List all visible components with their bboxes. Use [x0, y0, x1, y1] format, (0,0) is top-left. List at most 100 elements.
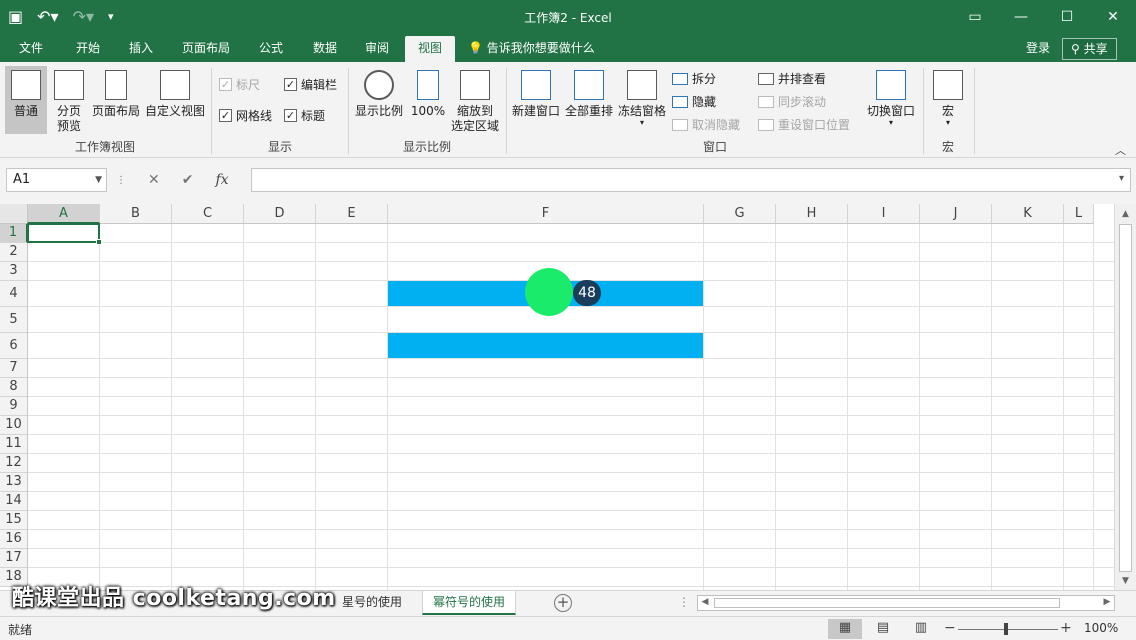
- grid-line: [28, 472, 1114, 473]
- cancel-icon[interactable]: ✕: [148, 172, 160, 188]
- normal-view-button[interactable]: 普通: [5, 66, 47, 134]
- row-header-16[interactable]: 16: [0, 530, 28, 549]
- row-header-12[interactable]: 12: [0, 454, 28, 473]
- maximize-icon[interactable]: ☐: [1044, 0, 1090, 34]
- sheet-tab-caret[interactable]: 幂符号的使用: [422, 591, 517, 615]
- reset-window-position-button[interactable]: 重设窗口位置: [758, 116, 850, 133]
- row-header-7[interactable]: 7: [0, 359, 28, 378]
- page-layout-view-button[interactable]: 页面布局: [90, 66, 142, 134]
- scroll-right-icon[interactable]: ▶: [1101, 597, 1113, 607]
- column-header-a[interactable]: A: [28, 204, 100, 224]
- zoom-in-icon[interactable]: +: [1060, 620, 1072, 636]
- enter-icon[interactable]: ✔: [182, 172, 194, 188]
- gridlines-checkbox[interactable]: ✓ 网格线: [219, 107, 272, 124]
- horizontal-scrollbar[interactable]: ◀ ▶: [697, 595, 1115, 611]
- tab-review[interactable]: 审阅: [352, 36, 402, 62]
- headings-checkbox[interactable]: ✓ 标题: [284, 107, 325, 124]
- login-link[interactable]: 登录: [1026, 36, 1050, 60]
- freeze-panes-button[interactable]: 冻结窗格 ▾: [616, 66, 668, 134]
- row-header-4[interactable]: 4: [0, 281, 28, 307]
- page-break-preview-button[interactable]: 分页 预览: [50, 66, 88, 134]
- tab-view[interactable]: 视图: [405, 36, 455, 62]
- arrange-all-button[interactable]: 全部重排: [563, 66, 615, 134]
- collapse-ribbon-icon[interactable]: ︿: [1115, 142, 1126, 158]
- column-header-i[interactable]: I: [848, 204, 920, 224]
- column-header-h[interactable]: H: [776, 204, 848, 224]
- tab-page-layout[interactable]: 页面布局: [172, 36, 240, 62]
- zoom-slider[interactable]: [958, 629, 1058, 630]
- active-cell[interactable]: [27, 223, 102, 245]
- name-box[interactable]: A1 ▼: [6, 168, 107, 192]
- unhide-button[interactable]: 取消隐藏: [672, 116, 740, 133]
- normal-view-status-icon[interactable]: ▦: [828, 619, 862, 639]
- page-layout-status-icon[interactable]: ▤: [866, 619, 900, 639]
- tab-formulas[interactable]: 公式: [246, 36, 296, 62]
- zoom-slider-thumb[interactable]: [1004, 623, 1008, 635]
- row-header-10[interactable]: 10: [0, 416, 28, 435]
- column-header-k[interactable]: K: [992, 204, 1064, 224]
- ruler-checkbox[interactable]: ✓ 标尺: [219, 76, 260, 93]
- zoom-button[interactable]: 显示比例: [352, 66, 406, 134]
- add-sheet-icon[interactable]: +: [554, 594, 572, 612]
- tab-data[interactable]: 数据: [300, 36, 350, 62]
- filled-cell-f6[interactable]: [388, 333, 703, 358]
- row-header-13[interactable]: 13: [0, 473, 28, 492]
- row-header-6[interactable]: 6: [0, 333, 28, 359]
- worksheet-grid[interactable]: A B C D E F G H I J K L 1 2 3 4 5 6 7 8 9 10 11 12 13 14 15 16 17 18: [0, 204, 1136, 590]
- ribbon-display-icon[interactable]: ▭: [952, 0, 998, 34]
- tab-file[interactable]: 文件: [8, 36, 54, 62]
- tab-home[interactable]: 开始: [62, 36, 114, 62]
- fill-handle[interactable]: [96, 239, 102, 245]
- page-break-status-icon[interactable]: ▥: [904, 619, 938, 639]
- column-header-f[interactable]: F: [388, 204, 704, 224]
- zoom-100-button[interactable]: 100%: [408, 66, 448, 134]
- switch-windows-button[interactable]: 切换窗口 ▾: [864, 66, 918, 134]
- column-header-d[interactable]: D: [244, 204, 316, 224]
- row-header-9[interactable]: 9: [0, 397, 28, 416]
- macros-button[interactable]: 宏 ▾: [928, 66, 968, 134]
- splitter-handle[interactable]: ⋮: [678, 595, 690, 609]
- row-header-1[interactable]: 1: [0, 224, 28, 243]
- sheet-tab-asterisk[interactable]: 星号的使用: [332, 591, 412, 615]
- insert-function-icon[interactable]: fx: [215, 172, 228, 188]
- row-header-5[interactable]: 5: [0, 307, 28, 333]
- column-header-c[interactable]: C: [172, 204, 244, 224]
- view-side-by-side-button[interactable]: 并排查看: [758, 70, 826, 87]
- row-header-3[interactable]: 3: [0, 262, 28, 281]
- column-header-j[interactable]: J: [920, 204, 992, 224]
- row-header-17[interactable]: 17: [0, 549, 28, 568]
- close-icon[interactable]: ✕: [1090, 0, 1136, 34]
- scroll-down-icon[interactable]: ▼: [1120, 576, 1131, 587]
- split-button[interactable]: 拆分: [672, 70, 716, 87]
- column-header-g[interactable]: G: [704, 204, 776, 224]
- custom-views-button[interactable]: 自定义视图: [144, 66, 206, 134]
- new-window-button[interactable]: 新建窗口: [510, 66, 562, 134]
- vertical-scrollbar[interactable]: ▲ ▼: [1114, 204, 1136, 590]
- zoom-level[interactable]: 100%: [1084, 621, 1118, 635]
- share-button[interactable]: ⚲ 共享: [1062, 38, 1117, 60]
- column-header-e[interactable]: E: [316, 204, 388, 224]
- minimize-icon[interactable]: —: [998, 0, 1044, 34]
- scroll-thumb[interactable]: [714, 598, 1060, 608]
- sync-scroll-button[interactable]: 同步滚动: [758, 93, 826, 110]
- row-header-2[interactable]: 2: [0, 243, 28, 262]
- tab-insert[interactable]: 插入: [116, 36, 166, 62]
- row-header-8[interactable]: 8: [0, 378, 28, 397]
- zoom-out-icon[interactable]: −: [944, 620, 956, 636]
- row-header-15[interactable]: 15: [0, 511, 28, 530]
- row-header-14[interactable]: 14: [0, 492, 28, 511]
- scroll-left-icon[interactable]: ◀: [699, 597, 711, 607]
- select-all-corner[interactable]: [0, 204, 28, 224]
- hide-button[interactable]: 隐藏: [672, 93, 716, 110]
- column-header-b[interactable]: B: [100, 204, 172, 224]
- chevron-down-icon[interactable]: ▼: [95, 169, 102, 191]
- scroll-up-icon[interactable]: ▲: [1120, 209, 1131, 220]
- formula-bar-checkbox[interactable]: ✓ 编辑栏: [284, 76, 337, 93]
- scroll-thumb[interactable]: [1119, 224, 1132, 572]
- tell-me-box[interactable]: 💡 告诉我你想要做什么: [468, 36, 595, 60]
- column-header-l[interactable]: L: [1064, 204, 1094, 224]
- formula-input[interactable]: ▾: [251, 168, 1131, 192]
- expand-formula-bar-icon[interactable]: ▾: [1119, 173, 1124, 184]
- row-header-11[interactable]: 11: [0, 435, 28, 454]
- zoom-to-selection-button[interactable]: 缩放到 选定区域: [448, 66, 502, 134]
